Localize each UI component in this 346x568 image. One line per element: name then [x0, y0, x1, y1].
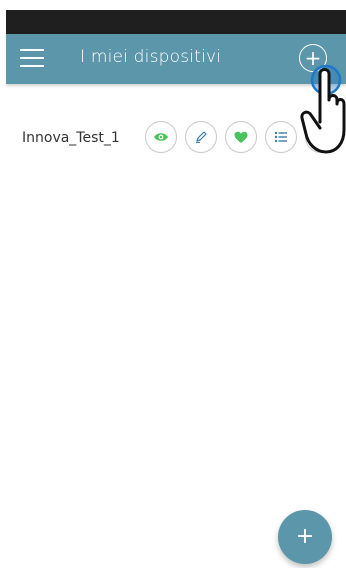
list-item: Innova_Test_1	[6, 116, 346, 160]
add-device-button[interactable]: +	[299, 44, 327, 72]
trash-icon	[316, 130, 326, 144]
menu-icon[interactable]	[20, 46, 46, 70]
list-icon	[274, 131, 287, 143]
pencil-icon	[196, 131, 207, 143]
device-name: Innova_Test_1	[22, 130, 120, 146]
page-title: I miei dispositivi	[80, 47, 222, 67]
view-button[interactable]	[145, 121, 177, 153]
edit-button[interactable]	[185, 121, 217, 153]
add-fab-button[interactable]: +	[278, 510, 332, 564]
screen: I miei dispositivi + Innova_Test_1 +	[6, 0, 346, 568]
heart-icon	[234, 131, 248, 143]
eye-icon	[154, 133, 168, 141]
delete-button[interactable]	[305, 121, 337, 153]
app-bar: I miei dispositivi +	[6, 34, 346, 84]
favorite-button[interactable]	[225, 121, 257, 153]
status-bar	[6, 10, 346, 34]
details-button[interactable]	[265, 121, 297, 153]
